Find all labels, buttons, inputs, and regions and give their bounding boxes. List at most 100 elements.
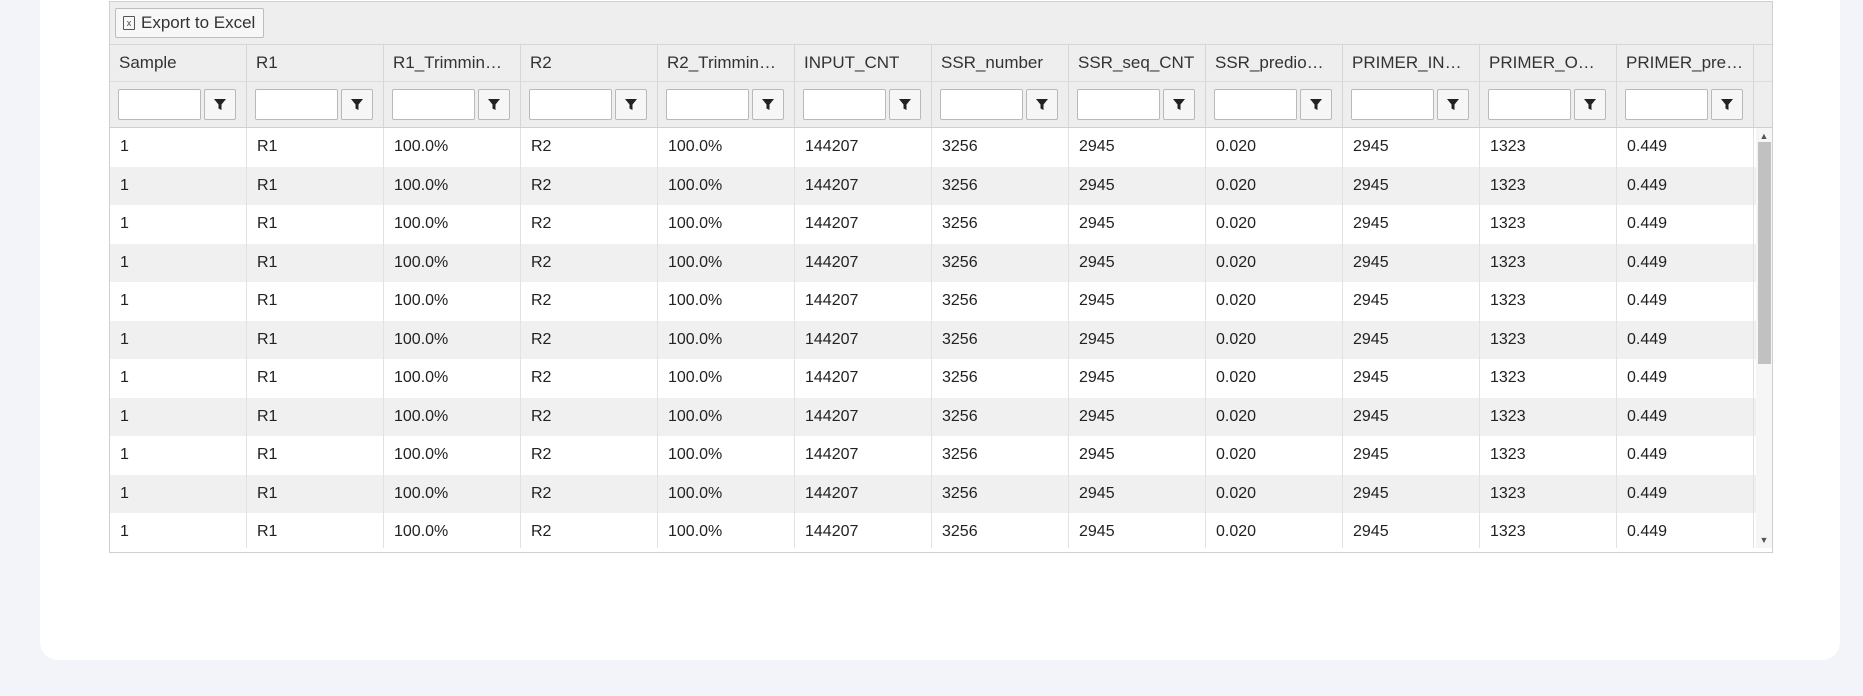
- filter-input[interactable]: [1625, 89, 1708, 120]
- table-cell: 100.0%: [658, 513, 795, 548]
- column-header[interactable]: SSR_number: [932, 45, 1069, 81]
- column-header[interactable]: PRIMER_predi…: [1617, 45, 1754, 81]
- filter-input[interactable]: [392, 89, 475, 120]
- table-cell: 144207: [795, 474, 932, 513]
- table-cell: 3256: [932, 320, 1069, 359]
- table-cell: R1: [247, 166, 384, 205]
- table-row[interactable]: 1 R1 100.0% R2 100.0% 144207 3256 2945 0.020 2945…: [110, 359, 1772, 398]
- filter-button[interactable]: [204, 89, 236, 120]
- table-row[interactable]: 1 R1 100.0% R2 100.0% 144207 3256 2945 0.020 2945…: [110, 243, 1772, 282]
- filter-input[interactable]: [529, 89, 612, 120]
- table-row[interactable]: 1 R1 100.0% R2 100.0% 144207 3256 2945 0.020 2945…: [110, 320, 1772, 359]
- table-cell: 100.0%: [384, 320, 521, 359]
- column-header[interactable]: R2: [521, 45, 658, 81]
- filter-input[interactable]: [1077, 89, 1160, 120]
- table-cell: 0.020: [1206, 282, 1343, 321]
- filter-input[interactable]: [666, 89, 749, 120]
- table-cell: 0.449: [1617, 243, 1754, 282]
- filter-input[interactable]: [1351, 89, 1434, 120]
- table-cell: 2945: [1069, 474, 1206, 513]
- column-header[interactable]: R1: [247, 45, 384, 81]
- filter-button[interactable]: [1300, 89, 1332, 120]
- filter-button[interactable]: [1163, 89, 1195, 120]
- table-cell: 2945: [1343, 243, 1480, 282]
- table-cell: R1: [247, 359, 384, 398]
- table-cell: 2945: [1343, 397, 1480, 436]
- table-cell: 100.0%: [384, 436, 521, 475]
- table-cell: R2: [521, 243, 658, 282]
- table-cell: R2: [521, 128, 658, 167]
- table-row[interactable]: 1 R1 100.0% R2 100.0% 144207 3256 2945 0.020 2945…: [110, 128, 1772, 167]
- filter-input[interactable]: [1214, 89, 1297, 120]
- column-header[interactable]: Sample: [110, 45, 247, 81]
- table-cell: 1323: [1480, 128, 1617, 167]
- table-cell: 2945: [1343, 205, 1480, 244]
- table-cell: 0.020: [1206, 513, 1343, 548]
- scroll-up-icon[interactable]: ▲: [1756, 130, 1772, 142]
- table-cell: 3256: [932, 359, 1069, 398]
- table-cell: 2945: [1069, 397, 1206, 436]
- table-cell: 2945: [1343, 436, 1480, 475]
- column-header[interactable]: SSR_seq_CNT: [1069, 45, 1206, 81]
- filter-button[interactable]: [889, 89, 921, 120]
- filter-button[interactable]: [478, 89, 510, 120]
- table-cell: 0.449: [1617, 436, 1754, 475]
- table-cell: 2945: [1069, 243, 1206, 282]
- filter-button[interactable]: [341, 89, 373, 120]
- table-cell: 100.0%: [384, 205, 521, 244]
- table-cell: 0.449: [1617, 166, 1754, 205]
- filter-icon: [1584, 98, 1596, 110]
- table-cell: 3256: [932, 166, 1069, 205]
- table-cell: 3256: [932, 205, 1069, 244]
- vertical-scrollbar[interactable]: ▲ ▼: [1756, 128, 1772, 548]
- filter-button[interactable]: [615, 89, 647, 120]
- scroll-down-icon[interactable]: ▼: [1756, 534, 1772, 546]
- table-cell: 100.0%: [384, 282, 521, 321]
- filter-input[interactable]: [255, 89, 338, 120]
- filter-input[interactable]: [803, 89, 886, 120]
- filter-button[interactable]: [1711, 89, 1743, 120]
- table-row[interactable]: 1 R1 100.0% R2 100.0% 144207 3256 2945 0.020 2945…: [110, 282, 1772, 321]
- filter-cell: [1480, 82, 1617, 127]
- scrollbar-thumb[interactable]: [1758, 142, 1771, 364]
- filter-button[interactable]: [752, 89, 784, 120]
- table-row[interactable]: 1 R1 100.0% R2 100.0% 144207 3256 2945 0.020 2945…: [110, 397, 1772, 436]
- filter-icon: [214, 98, 226, 110]
- filter-input[interactable]: [940, 89, 1023, 120]
- table-cell: 2945: [1069, 513, 1206, 548]
- data-grid: x Export to Excel Sample R1 R1_Trimming… R2…: [109, 1, 1773, 553]
- table-cell: 2945: [1069, 359, 1206, 398]
- column-header[interactable]: INPUT_CNT: [795, 45, 932, 81]
- table-cell: 144207: [795, 128, 932, 167]
- column-header[interactable]: PRIMER_OUT…: [1480, 45, 1617, 81]
- table-row[interactable]: 1 R1 100.0% R2 100.0% 144207 3256 2945 0.020 2945…: [110, 166, 1772, 205]
- table-cell: 144207: [795, 513, 932, 548]
- filter-button[interactable]: [1574, 89, 1606, 120]
- table-row[interactable]: 1 R1 100.0% R2 100.0% 144207 3256 2945 0.020 2945…: [110, 205, 1772, 244]
- table-cell: 0.020: [1206, 128, 1343, 167]
- filter-cell: [247, 82, 384, 127]
- table-cell: 1323: [1480, 282, 1617, 321]
- grid-body[interactable]: 1 R1 100.0% R2 100.0% 144207 3256 2945 0.020 2945…: [110, 128, 1772, 548]
- table-row[interactable]: 1 R1 100.0% R2 100.0% 144207 3256 2945 0.020 2945…: [110, 474, 1772, 513]
- table-cell: 2945: [1343, 320, 1480, 359]
- table-cell: 1323: [1480, 359, 1617, 398]
- filter-button[interactable]: [1026, 89, 1058, 120]
- column-header[interactable]: PRIMER_INPUT: [1343, 45, 1480, 81]
- table-cell: 1323: [1480, 320, 1617, 359]
- table-row[interactable]: 1 R1 100.0% R2 100.0% 144207 3256 2945 0.020 2945…: [110, 436, 1772, 475]
- column-header[interactable]: R2_Trimming…: [658, 45, 795, 81]
- filter-cell: [1617, 82, 1754, 127]
- filter-button[interactable]: [1437, 89, 1469, 120]
- column-header[interactable]: SSR_predion_…: [1206, 45, 1343, 81]
- table-cell: 0.449: [1617, 397, 1754, 436]
- export-to-excel-button[interactable]: x Export to Excel: [115, 8, 265, 38]
- filter-input[interactable]: [118, 89, 201, 120]
- filter-input[interactable]: [1488, 89, 1571, 120]
- table-cell: 1: [110, 282, 247, 321]
- table-cell: 2945: [1069, 166, 1206, 205]
- column-header[interactable]: R1_Trimming…: [384, 45, 521, 81]
- table-cell: 2945: [1343, 166, 1480, 205]
- table-cell: 2945: [1343, 474, 1480, 513]
- table-row[interactable]: 1 R1 100.0% R2 100.0% 144207 3256 2945 0.020 2945…: [110, 513, 1772, 548]
